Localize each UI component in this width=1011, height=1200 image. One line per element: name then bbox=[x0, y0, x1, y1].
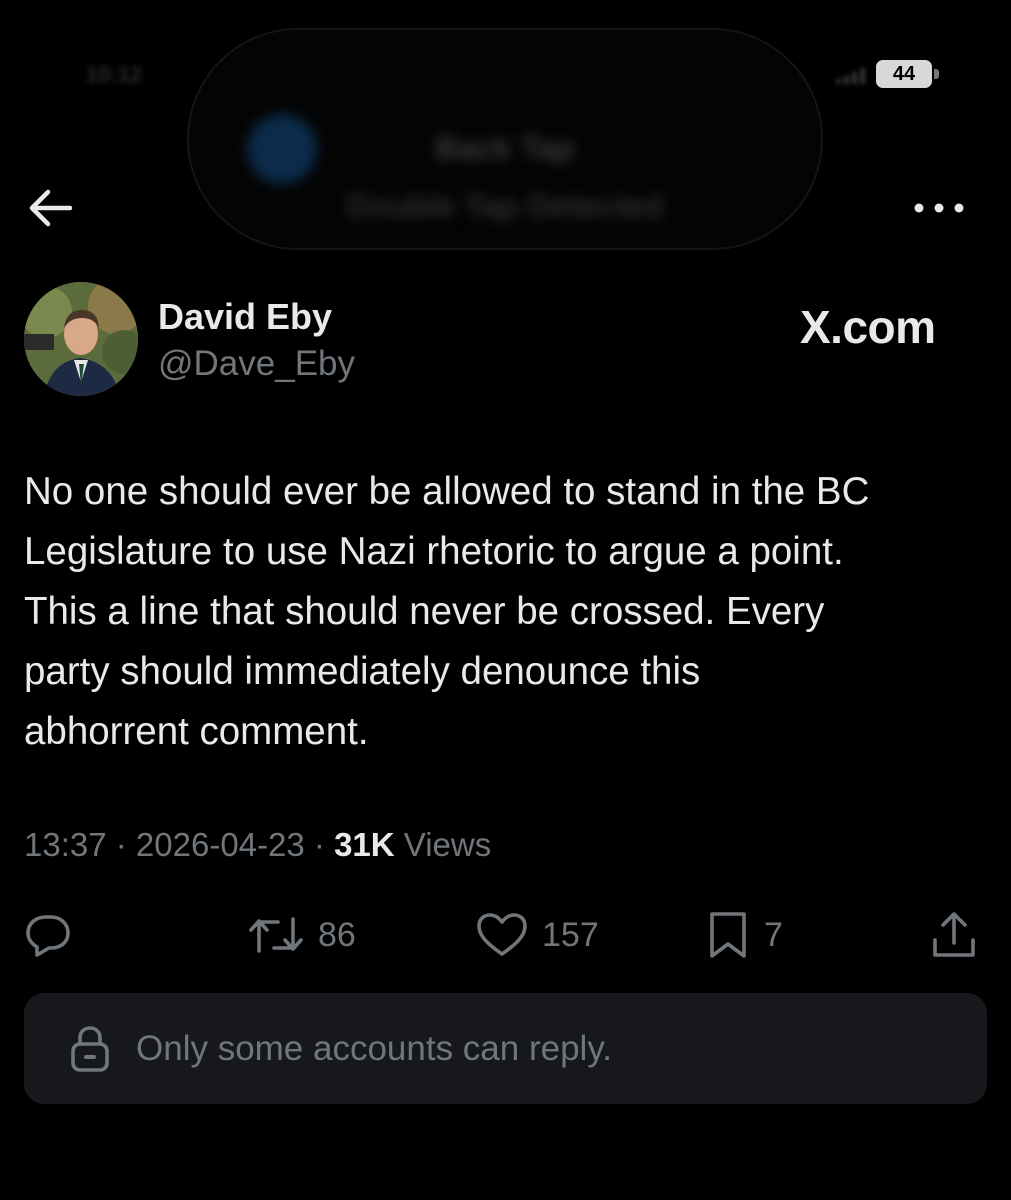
reply-bubble-icon bbox=[26, 915, 70, 957]
reply-button[interactable] bbox=[24, 908, 72, 962]
views-label: Views bbox=[403, 826, 492, 863]
meta-separator: · bbox=[304, 826, 335, 863]
share-button[interactable] bbox=[930, 908, 978, 962]
tweet-time: 13:37 bbox=[24, 826, 107, 863]
tweet-text: No one should ever be allowed to stand i… bbox=[24, 470, 870, 753]
avatar[interactable] bbox=[24, 282, 138, 396]
x-watermark: X.com bbox=[800, 301, 936, 353]
like-count: 157 bbox=[542, 915, 599, 954]
author-handle[interactable]: @Dave_Eby bbox=[158, 344, 355, 384]
notification-title: Back Tap bbox=[435, 130, 575, 166]
battery-indicator: 44 bbox=[876, 60, 932, 88]
author-name[interactable]: David Eby bbox=[158, 296, 332, 338]
heart-icon bbox=[477, 913, 527, 956]
like-button[interactable]: 157 bbox=[476, 908, 599, 962]
retweet-button[interactable]: 86 bbox=[248, 908, 356, 962]
share-icon bbox=[933, 912, 975, 957]
battery-tip bbox=[934, 69, 939, 79]
bookmark-count: 7 bbox=[764, 915, 783, 954]
tweet-date: 2026-04-23 bbox=[135, 826, 305, 863]
more-horizontal-icon[interactable] bbox=[912, 196, 966, 220]
dynamic-island-notification[interactable]: Back Tap Double Tap Detected bbox=[187, 28, 823, 250]
retweet-icon bbox=[249, 917, 303, 953]
retweet-count: 86 bbox=[318, 915, 356, 954]
signal-icon bbox=[836, 68, 865, 84]
bookmark-button[interactable]: 7 bbox=[706, 908, 783, 962]
arrow-left-icon[interactable] bbox=[26, 186, 74, 230]
meta-separator: · bbox=[106, 826, 136, 863]
bookmark-icon bbox=[710, 912, 746, 958]
reply-restriction-banner: Only some accounts can reply. bbox=[24, 993, 987, 1104]
reply-restriction-text: Only some accounts can reply. bbox=[136, 1028, 612, 1068]
tweet-meta: 13:37 · 2026-04-23 · 31K Views bbox=[24, 826, 491, 864]
lock-icon bbox=[71, 1025, 109, 1072]
status-time: 10:12 bbox=[86, 62, 143, 87]
avatar-image bbox=[24, 282, 138, 396]
tweet-screen: 10:12 44 Back Tap Double Tap Detected Da… bbox=[0, 0, 1011, 1200]
views-count: 31K bbox=[334, 826, 395, 863]
notification-subtitle: Double Tap Detected bbox=[347, 188, 663, 224]
